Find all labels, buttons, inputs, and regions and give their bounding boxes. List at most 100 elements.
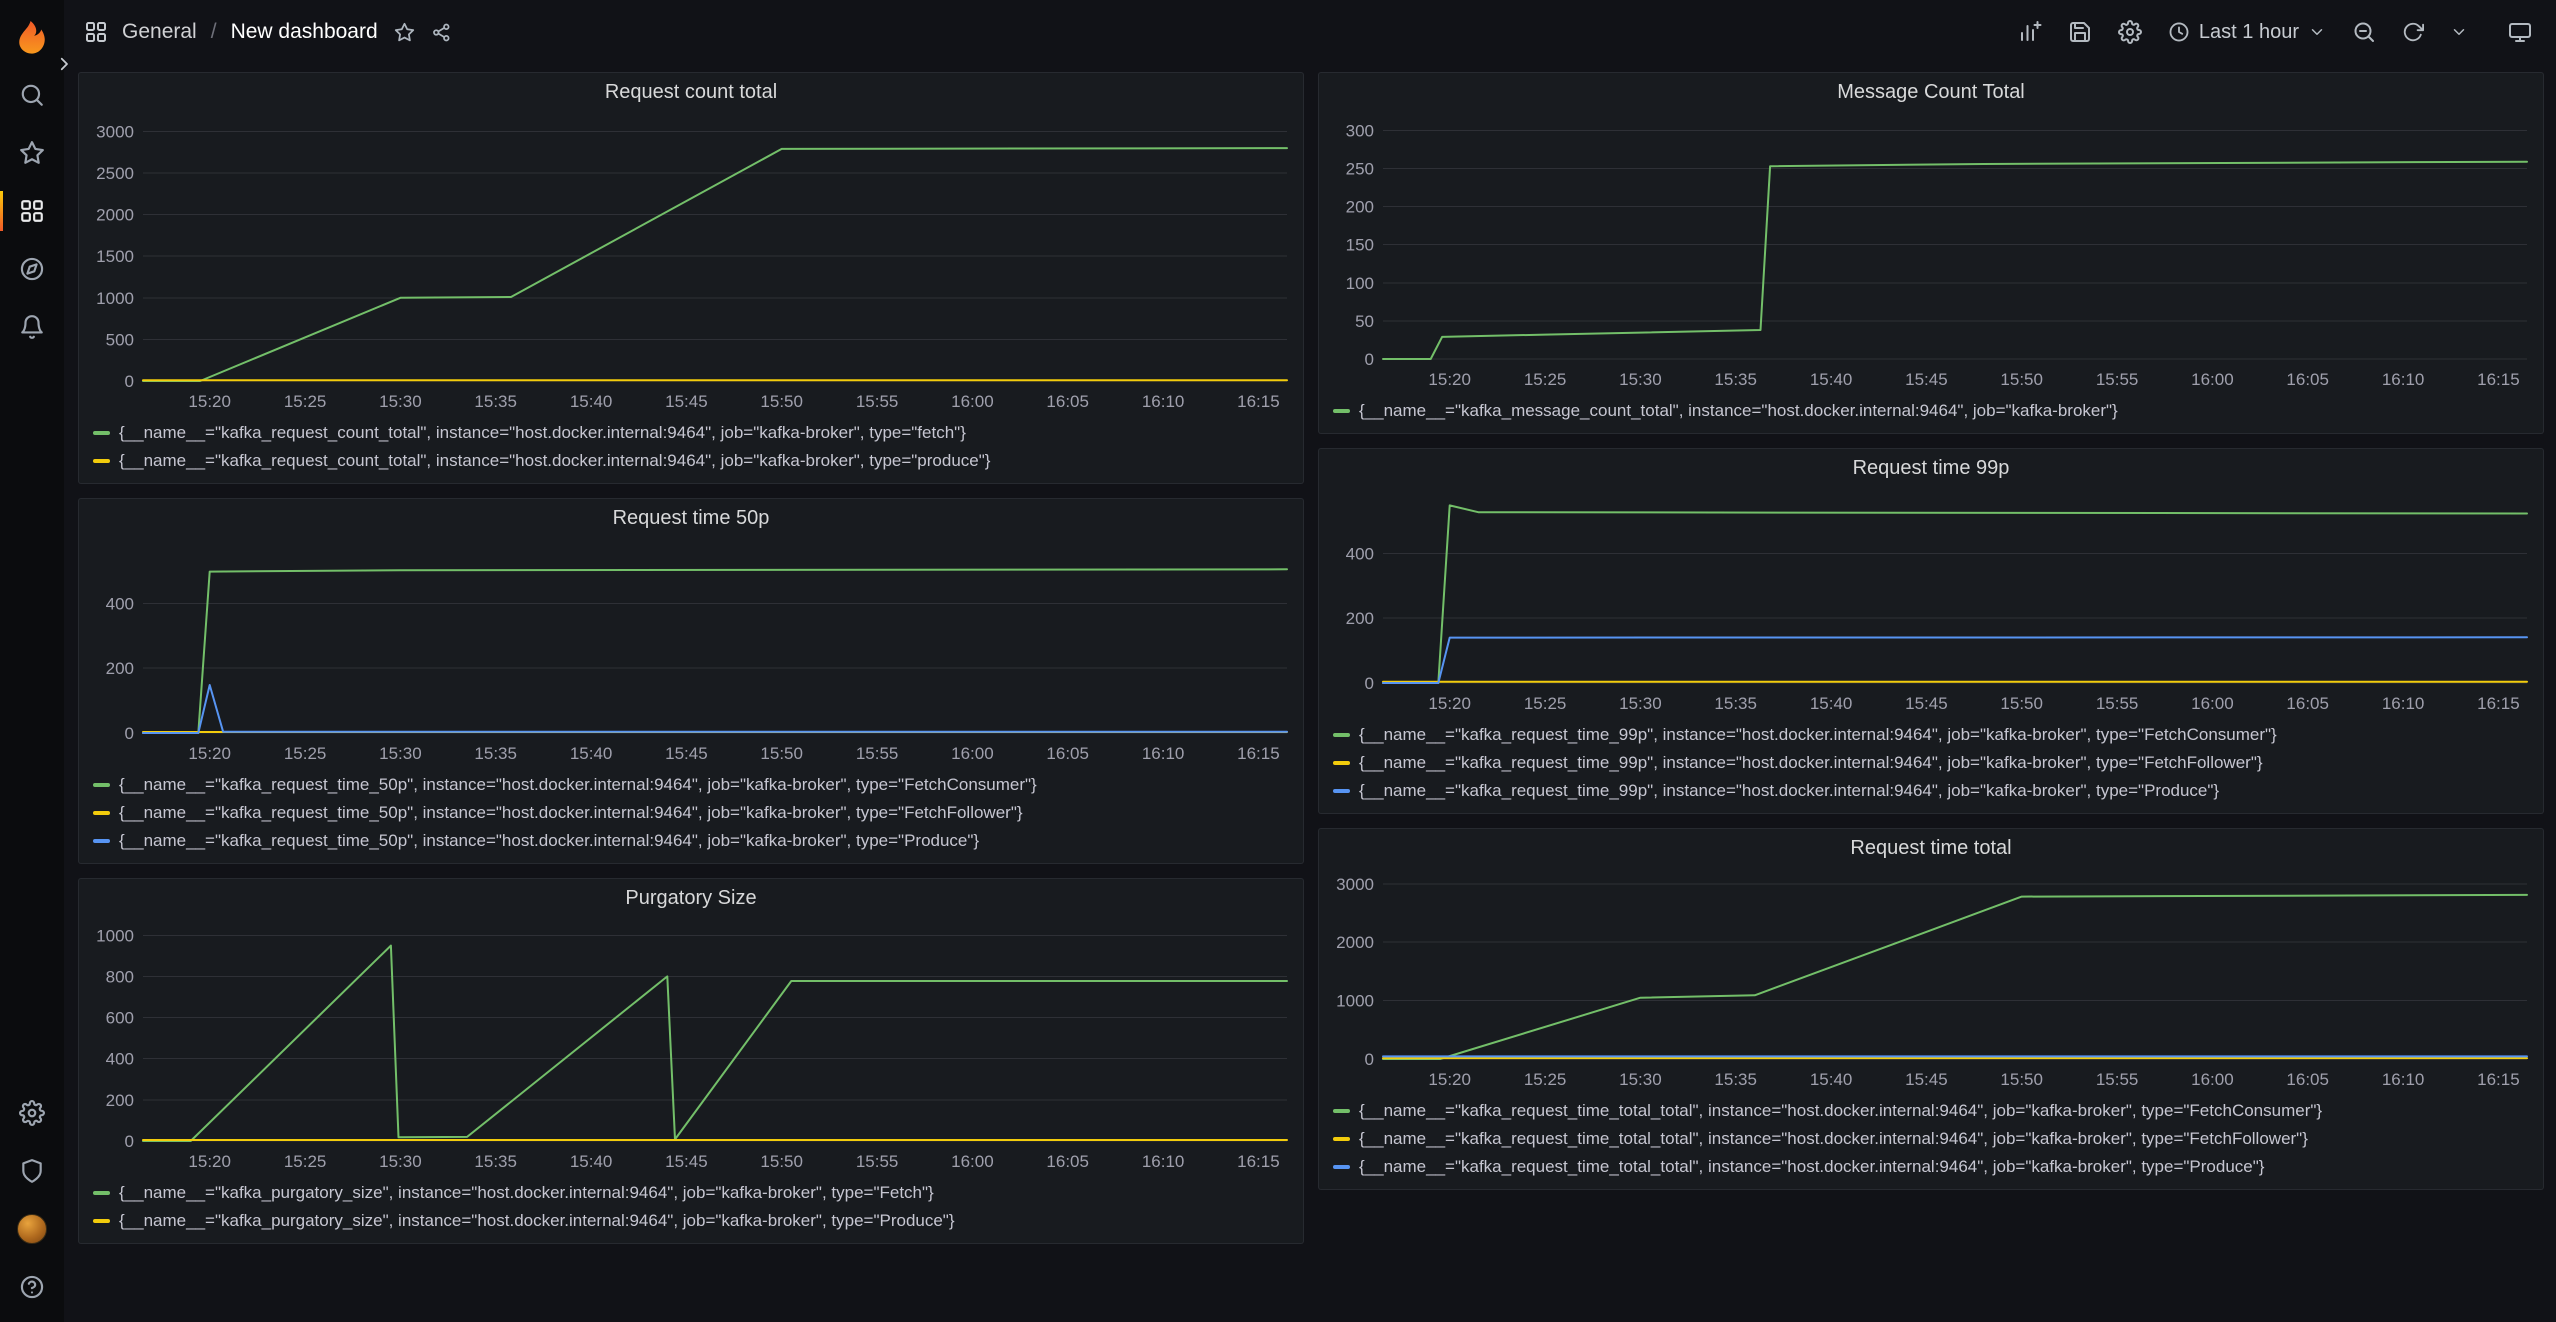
svg-text:16:10: 16:10	[1142, 744, 1185, 763]
legend-item[interactable]: {__name__="kafka_request_count_total", i…	[93, 447, 1295, 475]
zoom-out-button[interactable]	[2352, 20, 2376, 44]
sidebar-expand-button[interactable]	[52, 52, 76, 76]
legend-item[interactable]: {__name__="kafka_request_time_99p", inst…	[1333, 721, 2535, 749]
legend-item[interactable]: {__name__="kafka_purgatory_size", instan…	[93, 1179, 1295, 1207]
panel-title[interactable]: Purgatory Size	[79, 879, 1303, 917]
svg-text:15:20: 15:20	[1428, 370, 1471, 389]
panel-title[interactable]: Request time total	[1319, 829, 2543, 867]
legend-item[interactable]: {__name__="kafka_request_time_total_tota…	[1333, 1125, 2535, 1153]
time-series-plot[interactable]: 05010015020025030015:2015:2515:3015:3515…	[1319, 111, 2543, 395]
time-series-plot[interactable]: 05001000150020002500300015:2015:2515:301…	[79, 111, 1303, 417]
svg-text:16:00: 16:00	[951, 392, 994, 411]
sidebar-item-starred[interactable]	[0, 124, 64, 182]
legend-series-label: {__name__="kafka_purgatory_size", instan…	[119, 1211, 955, 1231]
legend-item[interactable]: {__name__="kafka_request_time_99p", inst…	[1333, 749, 2535, 777]
legend-item[interactable]: {__name__="kafka_request_time_total_tota…	[1333, 1153, 2535, 1181]
grafana-logo[interactable]	[15, 10, 49, 66]
explore-icon	[19, 256, 45, 282]
panel-legend: {__name__="kafka_purgatory_size", instan…	[79, 1177, 1303, 1243]
panel-legend: {__name__="kafka_request_count_total", i…	[79, 417, 1303, 483]
time-series-plot[interactable]: 020040015:2015:2515:3015:3515:4015:4515:…	[79, 537, 1303, 769]
time-series-plot[interactable]: 020040015:2015:2515:3015:3515:4015:4515:…	[1319, 487, 2543, 719]
time-series-plot[interactable]: 0200400600800100015:2015:2515:3015:3515:…	[79, 917, 1303, 1177]
sidebar-item-server-admin[interactable]	[0, 1142, 64, 1200]
legend-item[interactable]: {__name__="kafka_request_time_50p", inst…	[93, 771, 1295, 799]
refresh-button[interactable]	[2402, 21, 2424, 43]
svg-text:150: 150	[1346, 236, 1374, 255]
sidebar-item-configuration[interactable]	[0, 1084, 64, 1142]
svg-text:600: 600	[106, 1009, 134, 1028]
svg-text:16:15: 16:15	[1237, 744, 1280, 763]
svg-text:16:05: 16:05	[1046, 744, 1089, 763]
svg-text:15:55: 15:55	[856, 1152, 899, 1171]
svg-text:15:35: 15:35	[474, 744, 517, 763]
share-dashboard-button[interactable]	[431, 22, 452, 43]
svg-text:15:20: 15:20	[188, 392, 231, 411]
svg-text:16:15: 16:15	[2477, 370, 2520, 389]
svg-text:0: 0	[125, 372, 134, 391]
legend-series-swatch	[1333, 1109, 1350, 1113]
legend-item[interactable]: {__name__="kafka_message_count_total", i…	[1333, 397, 2535, 425]
sidebar	[0, 0, 64, 1322]
svg-text:15:30: 15:30	[1619, 694, 1662, 713]
legend-series-label: {__name__="kafka_request_time_50p", inst…	[119, 803, 1023, 823]
legend-item[interactable]: {__name__="kafka_request_time_50p", inst…	[93, 827, 1295, 855]
svg-text:15:40: 15:40	[570, 392, 613, 411]
refresh-interval-dropdown[interactable]	[2450, 23, 2468, 41]
svg-text:16:10: 16:10	[1142, 1152, 1185, 1171]
user-avatar	[17, 1214, 47, 1244]
legend-item[interactable]: {__name__="kafka_purgatory_size", instan…	[93, 1207, 1295, 1235]
search-icon	[19, 82, 45, 108]
chart-svg: 0200400600800100015:2015:2515:3015:3515:…	[79, 917, 1303, 1177]
sidebar-item-alerting[interactable]	[0, 298, 64, 356]
panel-message-count-total: Message Count Total 05010015020025030015…	[1318, 72, 2544, 434]
sidebar-item-dashboards[interactable]	[0, 182, 64, 240]
legend-item[interactable]: {__name__="kafka_request_time_50p", inst…	[93, 799, 1295, 827]
add-panel-button[interactable]	[2018, 20, 2042, 44]
legend-series-label: {__name__="kafka_request_count_total", i…	[119, 423, 966, 443]
svg-text:400: 400	[106, 594, 134, 613]
svg-text:15:55: 15:55	[2096, 694, 2139, 713]
panel-title[interactable]: Request time 50p	[79, 499, 1303, 537]
svg-text:1000: 1000	[96, 289, 134, 308]
save-dashboard-button[interactable]	[2068, 20, 2092, 44]
svg-text:16:10: 16:10	[1142, 392, 1185, 411]
panel-title[interactable]: Message Count Total	[1319, 73, 2543, 111]
dashboard-settings-button[interactable]	[2118, 20, 2142, 44]
legend-item[interactable]: {__name__="kafka_request_time_99p", inst…	[1333, 777, 2535, 805]
add-panel-icon	[2018, 20, 2042, 44]
favorite-dashboard-button[interactable]	[394, 22, 415, 43]
panel-title[interactable]: Request count total	[79, 73, 1303, 111]
legend-series-label: {__name__="kafka_request_time_total_tota…	[1359, 1101, 2322, 1121]
time-range-label: Last 1 hour	[2199, 21, 2299, 44]
svg-text:0: 0	[1365, 674, 1374, 693]
dashboard-title: New dashboard	[231, 20, 378, 44]
time-series-plot[interactable]: 010002000300015:2015:2515:3015:3515:4015…	[1319, 867, 2543, 1095]
sidebar-bottom-nav	[0, 1084, 64, 1316]
help-icon	[19, 1274, 45, 1300]
svg-text:15:25: 15:25	[1524, 694, 1567, 713]
svg-text:16:00: 16:00	[2191, 694, 2234, 713]
svg-text:15:35: 15:35	[474, 392, 517, 411]
svg-text:50: 50	[1355, 312, 1374, 331]
legend-item[interactable]: {__name__="kafka_request_count_total", i…	[93, 419, 1295, 447]
panel-title[interactable]: Request time 99p	[1319, 449, 2543, 487]
svg-text:16:00: 16:00	[951, 744, 994, 763]
legend-series-swatch	[1333, 733, 1350, 737]
legend-item[interactable]: {__name__="kafka_request_time_total_tota…	[1333, 1097, 2535, 1125]
sidebar-item-help[interactable]	[0, 1258, 64, 1316]
panel-legend: {__name__="kafka_request_time_total_tota…	[1319, 1095, 2543, 1189]
sidebar-item-profile[interactable]	[0, 1200, 64, 1258]
svg-text:15:20: 15:20	[188, 744, 231, 763]
time-range-picker[interactable]: Last 1 hour	[2168, 21, 2326, 44]
breadcrumb-folder[interactable]: General	[122, 20, 197, 44]
sidebar-item-explore[interactable]	[0, 240, 64, 298]
svg-text:15:45: 15:45	[1905, 370, 1948, 389]
panel-request-time-total: Request time total 010002000300015:2015:…	[1318, 828, 2544, 1190]
starred-icon	[19, 140, 45, 166]
svg-text:15:20: 15:20	[1428, 1070, 1471, 1089]
alerting-icon	[19, 314, 45, 340]
svg-text:0: 0	[125, 724, 134, 743]
cycle-view-mode-button[interactable]	[2508, 20, 2532, 44]
svg-text:0: 0	[1365, 1050, 1374, 1069]
